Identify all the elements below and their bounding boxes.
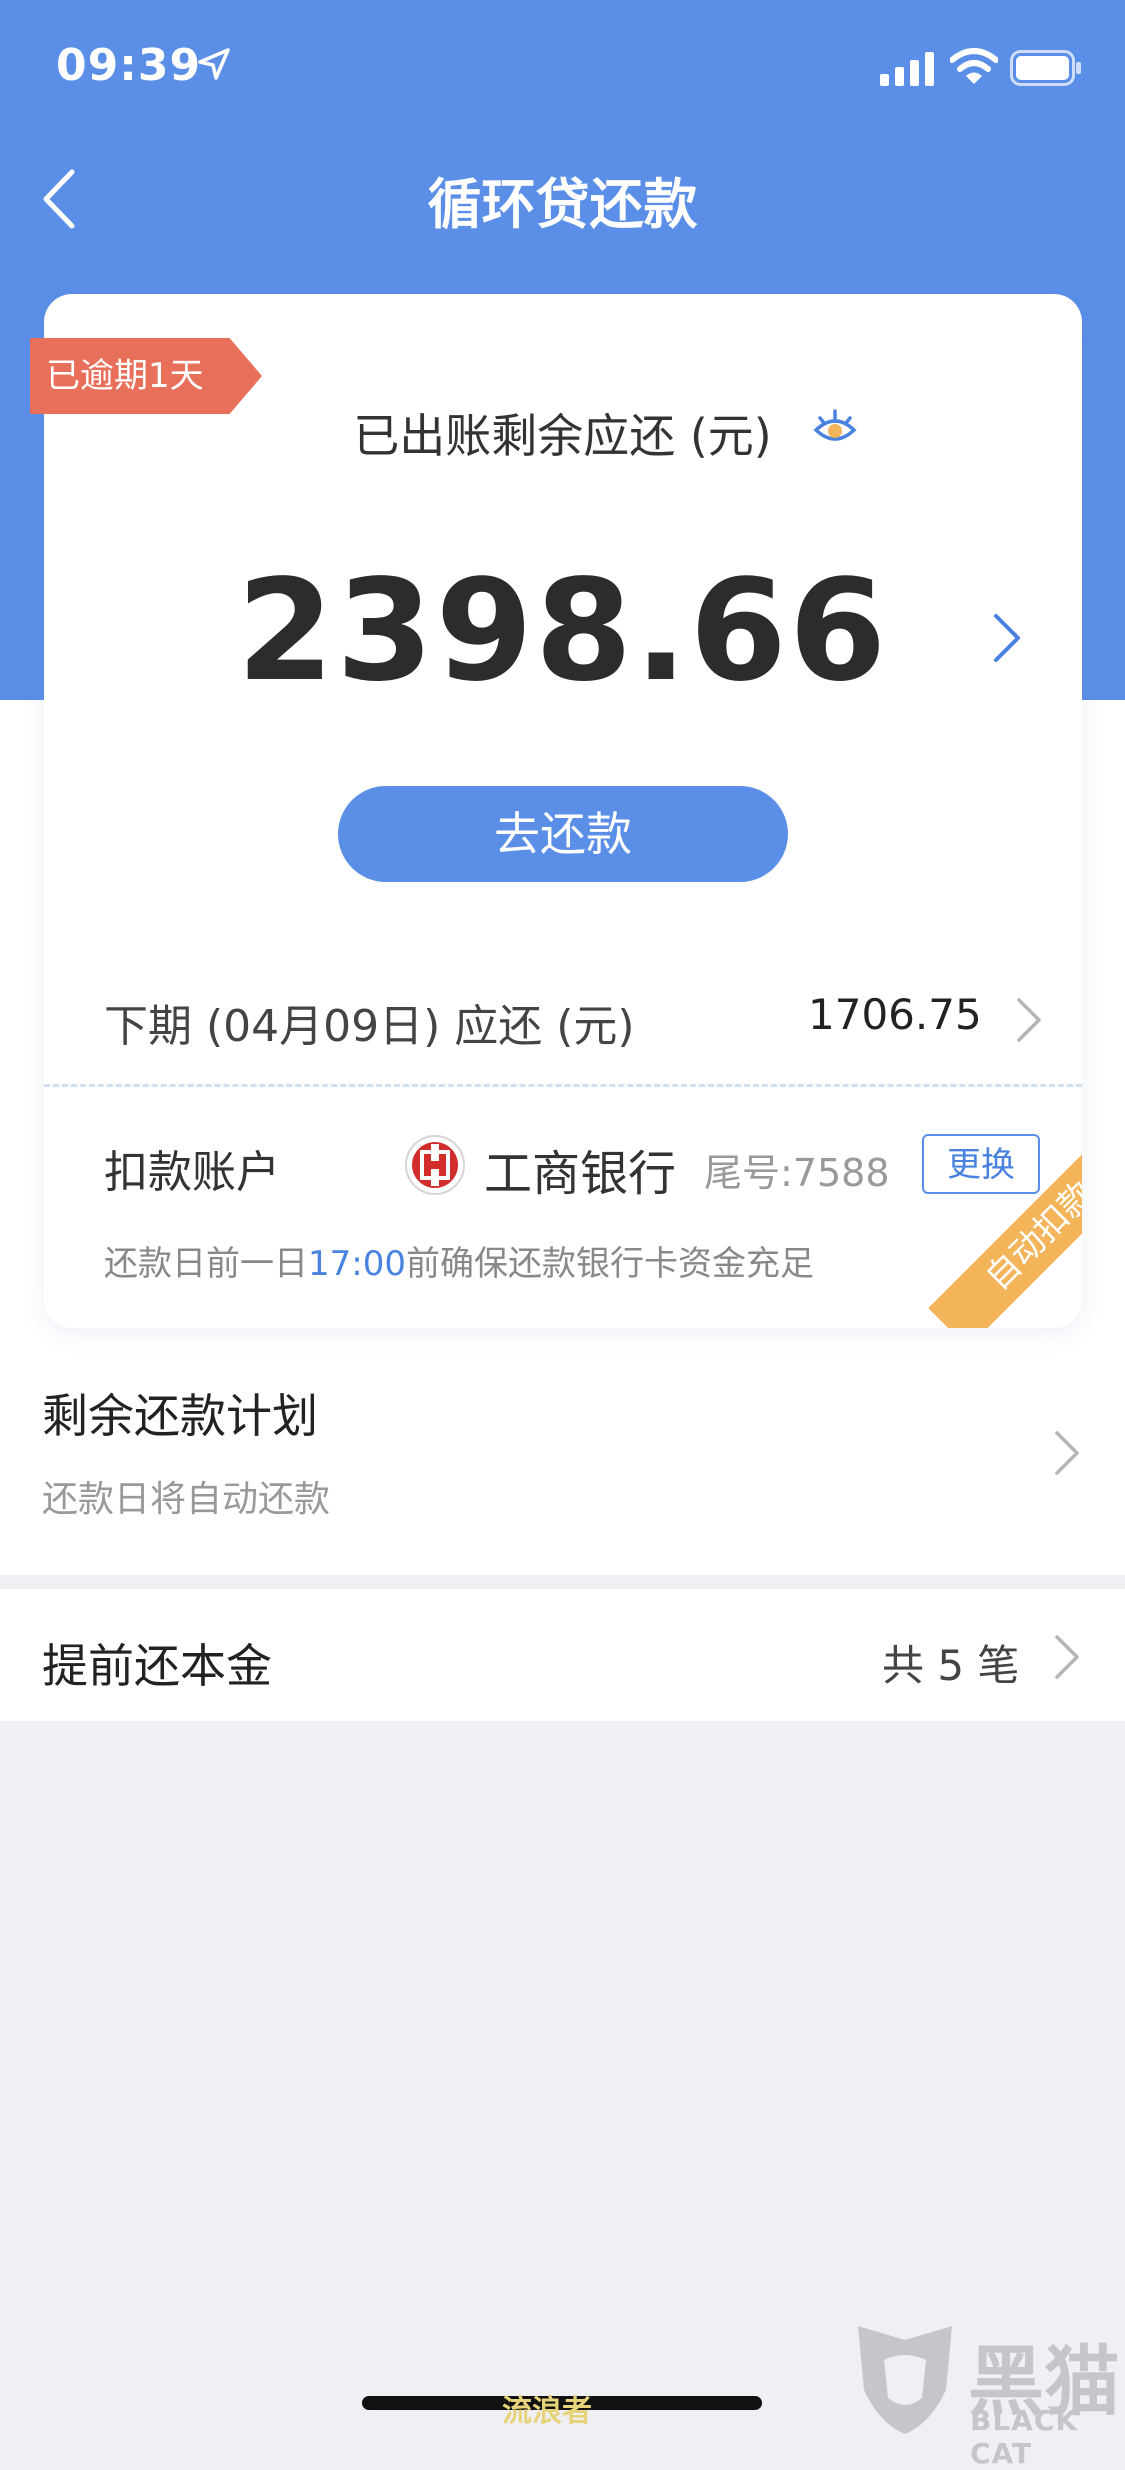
repay-button[interactable]: 去还款 <box>338 786 788 882</box>
chevron-right-icon[interactable] <box>990 610 1024 666</box>
bank-name: 工商银行 <box>484 1146 677 1202</box>
prepay-principal-count: 共 5 笔 <box>882 1641 1020 1690</box>
status-bar: 09:39 <box>0 0 1125 132</box>
auto-deduct-ribbon: 自动扣款 <box>902 1142 1082 1328</box>
repayment-plan-subtitle: 还款日将自动还款 <box>42 1479 331 1520</box>
chevron-right-icon[interactable] <box>1052 1632 1082 1682</box>
note-time: 17:00 <box>308 1244 406 1284</box>
dashed-divider <box>44 1084 1082 1087</box>
location-arrow-icon <box>198 48 230 80</box>
note-prefix: 还款日前一日 <box>104 1244 308 1284</box>
prepay-principal-title[interactable]: 提前还本金 <box>42 1630 272 1696</box>
page-title: 循环贷还款 <box>427 173 698 236</box>
status-time: 09:39 <box>56 40 202 91</box>
eye-icon[interactable] <box>812 408 858 450</box>
wifi-icon <box>950 48 998 84</box>
chevron-right-icon[interactable] <box>1014 995 1044 1045</box>
section-divider <box>0 1575 1125 1589</box>
watermark-small-text: 流浪者 <box>502 2394 592 2429</box>
signal-icon <box>880 52 934 86</box>
next-period-label: 下期 (04月09日) 应还 (元) <box>104 1001 635 1052</box>
repayment-plan-title[interactable]: 剩余还款计划 <box>42 1380 318 1446</box>
next-period-amount: 1706.75 <box>808 990 982 1039</box>
icbc-logo-icon <box>405 1135 465 1195</box>
note-suffix: 前确保还款银行卡资金充足 <box>405 1244 814 1284</box>
chevron-right-icon[interactable] <box>1052 1428 1082 1478</box>
billed-remaining-label: 已出账剩余应还 (元) <box>353 409 772 463</box>
billed-amount: 2398.66 <box>236 550 889 713</box>
black-cat-logo-icon <box>858 2326 952 2434</box>
watermark-en: BLACK CAT <box>970 2404 1079 2470</box>
battery-icon <box>1010 50 1081 86</box>
deduct-note: 还款日前一日17:00前确保还款银行卡资金充足 <box>104 1236 814 1285</box>
deduct-account-label: 扣款账户 <box>104 1147 280 1198</box>
card-tail-number: 尾号:7588 <box>704 1151 890 1195</box>
auto-deduct-ribbon-label: 自动扣款 <box>928 1142 1082 1328</box>
